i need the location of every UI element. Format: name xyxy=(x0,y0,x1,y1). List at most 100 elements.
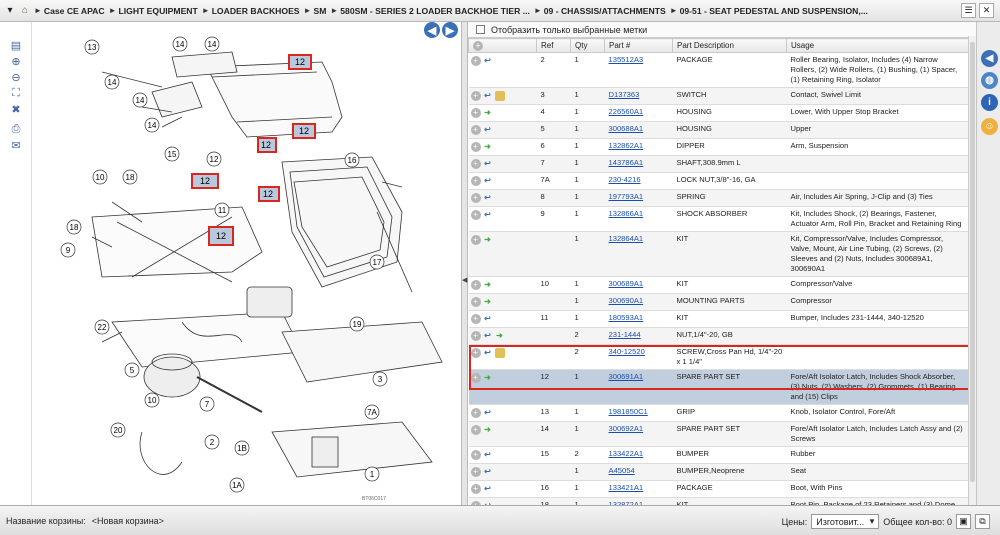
row-part-number[interactable]: 132864A1 xyxy=(604,231,673,277)
breadcrumb-item[interactable]: LOADER BACKHOES xyxy=(212,6,300,16)
replace-icon[interactable]: ↩ xyxy=(483,193,493,203)
row-part-number[interactable]: 226560A1 xyxy=(604,104,673,122)
link-icon[interactable]: ➜ xyxy=(483,108,493,118)
clear-highlight-icon[interactable]: ✖ xyxy=(8,102,24,116)
add-icon[interactable]: + xyxy=(470,159,481,169)
cart-open-button[interactable]: ⧉ xyxy=(975,514,990,529)
row-part-number[interactable]: 231-1444 xyxy=(604,327,673,345)
header-part[interactable]: Part # xyxy=(604,38,673,53)
row-part-number[interactable]: A45054 xyxy=(604,463,673,481)
fit-icon[interactable]: ⛶ xyxy=(8,86,24,100)
table-row[interactable]: + ↩ 7 1 143786A1 SHAFT,308.9mm L xyxy=(468,155,969,173)
add-icon[interactable]: + xyxy=(470,314,481,324)
link-icon[interactable]: ➜ xyxy=(495,331,505,341)
table-row[interactable]: + ↩ 7A 1 230-4216 LOCK NUT,3/8"-16, GA xyxy=(468,172,969,190)
link-icon[interactable]: ➜ xyxy=(483,142,493,152)
email-icon[interactable]: ✉ xyxy=(8,138,24,152)
row-icons[interactable]: + ➜ xyxy=(468,104,537,122)
replace-icon[interactable]: ↩ xyxy=(483,467,493,477)
table-row[interactable]: + ➜ 4 1 226560A1 HOUSING Lower, With Upper Sto… xyxy=(468,104,969,122)
row-icons[interactable]: +↩ xyxy=(468,172,537,190)
replace-icon[interactable]: ↩ xyxy=(483,210,493,220)
user-icon[interactable]: ☺ xyxy=(981,118,998,135)
row-part-number[interactable]: 133421A1 xyxy=(604,480,673,498)
row-part-number[interactable]: 300692A1 xyxy=(604,421,673,447)
row-icons[interactable]: + ➜ xyxy=(468,369,537,405)
table-row[interactable]: + ↩ 9 1 132866A1 SHOCK ABSORBER Kit, Includes … xyxy=(468,206,969,232)
zoom-in-icon[interactable]: ⊕ xyxy=(8,54,24,68)
add-icon[interactable]: + xyxy=(470,348,481,358)
table-row[interactable]: + ➜ 14 1 300692A1 SPARE PART SET Fore/Aft Isol… xyxy=(468,421,969,447)
header-qty[interactable]: Qty xyxy=(570,38,605,53)
zoom-out-icon[interactable]: ⊖ xyxy=(8,70,24,84)
row-part-number[interactable]: 1981850C1 xyxy=(604,404,673,422)
show-selected-checkbox[interactable] xyxy=(476,25,485,34)
add-icon[interactable]: + xyxy=(470,235,481,245)
add-icon[interactable]: + xyxy=(470,425,481,435)
row-part-number[interactable]: 132872A1 xyxy=(604,497,673,505)
row-part-number[interactable]: 340-12520 xyxy=(604,344,673,370)
collapse-icon[interactable]: ◀ xyxy=(462,276,467,284)
row-part-number[interactable]: 133422A1 xyxy=(604,446,673,464)
row-icons[interactable]: +↩ xyxy=(468,463,537,481)
row-part-number[interactable]: D137363 xyxy=(604,87,673,105)
table-row[interactable]: + ↩ 2 1 135512A3 PACKAGE Roller Bearing, Isola… xyxy=(468,52,969,88)
row-part-number[interactable]: 230-4216 xyxy=(604,172,673,190)
window-list-icon[interactable]: ☰ xyxy=(961,3,976,18)
replace-icon[interactable]: ↩ xyxy=(483,176,493,186)
breadcrumb-item[interactable]: SM xyxy=(313,6,326,16)
header-desc[interactable]: Part Description xyxy=(672,38,787,53)
next-drawing-button[interactable]: ▶ xyxy=(442,22,458,38)
row-icons[interactable]: + ➜ xyxy=(468,138,537,156)
row-part-number[interactable]: 132866A1 xyxy=(604,206,673,232)
row-icons[interactable]: +↩ xyxy=(468,404,537,422)
add-icon[interactable]: + xyxy=(470,331,481,341)
link-icon[interactable]: ➜ xyxy=(483,235,493,245)
add-icon[interactable]: + xyxy=(470,91,481,101)
replace-icon[interactable]: ↩ xyxy=(483,348,493,358)
row-part-number[interactable]: 135512A3 xyxy=(604,52,673,88)
previous-drawing-button[interactable]: ◀ xyxy=(424,22,440,38)
row-part-number[interactable]: 300689A1 xyxy=(604,276,673,294)
link-icon[interactable]: ➜ xyxy=(483,373,493,383)
row-icons[interactable]: + ➜ xyxy=(468,276,537,294)
link-icon[interactable]: ➜ xyxy=(483,280,493,290)
row-icons[interactable]: +↩ xyxy=(468,497,537,505)
table-row[interactable]: + ↩ 2 340-12520 SCREW,Cross Pan Hd, 1/4"-20 … xyxy=(468,344,969,370)
table-row[interactable]: + ➜ 1 300690A1 MOUNTING PARTS Compressor xyxy=(468,293,969,311)
dropdown-icon[interactable]: ▾ xyxy=(4,5,16,17)
row-icons[interactable]: +↩ xyxy=(468,121,537,139)
add-icon[interactable]: + xyxy=(470,108,481,118)
add-icon[interactable]: + xyxy=(470,125,481,135)
add-icon[interactable]: + xyxy=(470,408,481,418)
table-row[interactable]: + ↩ ➜ 2 231-1444 NUT,1/4"-20, GB xyxy=(468,327,969,345)
table-row[interactable]: + ↩ 11 1 180593A1 KIT Bumper, Includes 231-144… xyxy=(468,310,969,328)
row-icons[interactable]: +↩ xyxy=(468,344,537,370)
row-part-number[interactable]: 300690A1 xyxy=(604,293,673,311)
breadcrumb-item[interactable]: 09 - CHASSIS/ATTACHMENTS xyxy=(544,6,666,16)
breadcrumb-item[interactable]: Case CE APAC xyxy=(44,6,105,16)
row-icons[interactable]: +↩ xyxy=(468,206,537,232)
add-icon[interactable]: + xyxy=(470,142,481,152)
parts-drawing[interactable]: 12 12 12 12 12 12 13 14 14 14 14 14 15 1… xyxy=(32,22,459,505)
replace-icon[interactable]: ↩ xyxy=(483,314,493,324)
add-icon[interactable]: + xyxy=(470,210,481,220)
row-part-number[interactable]: 300691A1 xyxy=(604,369,673,405)
row-icons[interactable]: + ➜ xyxy=(468,231,537,277)
row-part-number[interactable]: 132862A1 xyxy=(604,138,673,156)
add-icon[interactable]: + xyxy=(470,467,481,477)
replace-icon[interactable]: ↩ xyxy=(483,408,493,418)
breadcrumb-item[interactable]: LIGHT EQUIPMENT xyxy=(119,6,198,16)
cart-view-button[interactable]: ▣ xyxy=(956,514,971,529)
row-icons[interactable]: +↩ xyxy=(468,87,537,105)
pane-splitter[interactable]: ◀ xyxy=(461,22,468,505)
globe-icon[interactable]: ◍ xyxy=(981,72,998,89)
add-icon[interactable]: + xyxy=(470,176,481,186)
table-row[interactable]: + ➜ 6 1 132862A1 DIPPER Arm, Suspension xyxy=(468,138,969,156)
replace-icon[interactable]: ↩ xyxy=(483,331,493,341)
add-icon[interactable]: + xyxy=(470,373,481,383)
link-icon[interactable]: ➜ xyxy=(483,297,493,307)
replace-icon[interactable]: ↩ xyxy=(483,56,493,66)
row-icons[interactable]: +↩ xyxy=(468,189,537,207)
prices-select[interactable]: Изготовит... ▾ xyxy=(811,514,880,529)
